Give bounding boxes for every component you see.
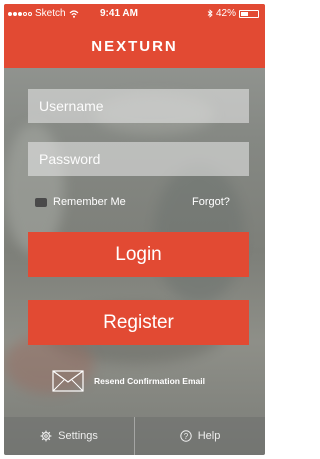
- status-time: 9:41 AM: [100, 8, 138, 19]
- resend-confirmation-link[interactable]: Resend Confirmation Email: [52, 370, 205, 392]
- envelope-icon: [52, 370, 84, 392]
- remember-me-checkbox[interactable]: [35, 197, 47, 207]
- battery-level: [241, 11, 248, 16]
- resend-confirmation-label: Resend Confirmation Email: [94, 376, 205, 386]
- bluetooth-icon: [207, 9, 213, 18]
- remember-me-toggle[interactable]: Remember Me: [35, 196, 126, 208]
- gear-icon: [40, 430, 52, 442]
- wifi-icon: [69, 9, 79, 18]
- signal-icon: [8, 11, 32, 16]
- status-bar: Sketch 9:41 AM 42%: [4, 4, 265, 24]
- password-field[interactable]: [28, 142, 249, 176]
- register-button[interactable]: Register: [28, 300, 249, 345]
- remember-me-label: Remember Me: [53, 196, 126, 208]
- battery-icon: [239, 9, 259, 18]
- svg-text:?: ?: [183, 432, 188, 441]
- settings-label: Settings: [58, 430, 98, 442]
- settings-button[interactable]: Settings: [4, 417, 134, 455]
- help-icon: ?: [179, 430, 192, 442]
- help-button[interactable]: ? Help: [135, 417, 265, 455]
- app-screen: Sketch 9:41 AM 42% NEXTURN Remember Me F…: [4, 4, 265, 455]
- carrier-label: Sketch: [35, 8, 66, 19]
- footer-bar: Settings ? Help: [4, 417, 265, 455]
- app-logo-title: NEXTURN: [91, 37, 178, 55]
- app-header: NEXTURN: [4, 24, 265, 68]
- username-field[interactable]: [28, 89, 249, 123]
- forgot-password-link[interactable]: Forgot?: [192, 196, 230, 208]
- battery-percent: 42%: [215, 8, 236, 19]
- help-label: Help: [197, 430, 221, 442]
- status-carrier-group: Sketch: [8, 8, 79, 19]
- status-battery-group: 42%: [207, 8, 259, 19]
- login-button[interactable]: Login: [28, 232, 249, 277]
